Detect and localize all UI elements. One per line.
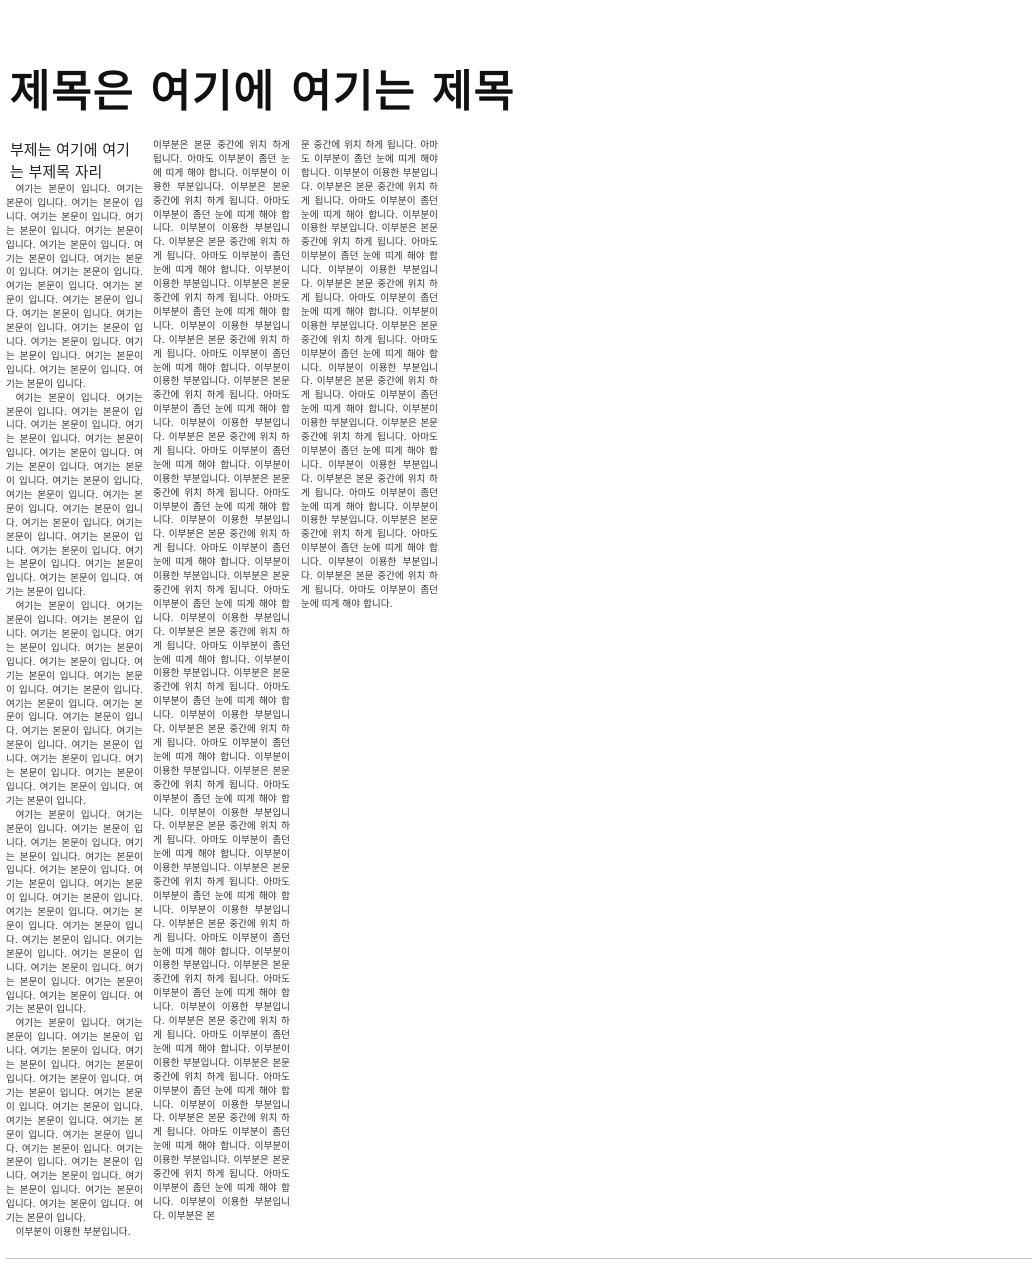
highlight-paragraph: 이부분은 본문 중간에 위치 하게 됩니다. 아마도 이부분이 좀던 눈에 띠게…: [153, 140, 290, 1222]
body-paragraph: 여기는 본문이 입니다. 여기는 본문이 입니다. 여기는 본문이 입니다. 여…: [6, 1018, 143, 1225]
body-paragraph: 여기는 본문이 입니다. 여기는 본문이 입니다. 여기는 본문이 입니다. 여…: [6, 809, 143, 1016]
page-subtitle: 부제는 여기에 여기는 부제목 자리: [10, 141, 130, 181]
page-title: 제목은 여기에 여기는 제목: [10, 66, 516, 117]
highlight-paragraph-continued: 문 중간에 위치 하게 됩니다. 아마도 이부분이 좀던 눈에 띠게 해야 합니…: [301, 140, 438, 609]
body-paragraph: 여기는 본문이 입니다. 여기는 본문이 입니다. 여기는 본문이 입니다. 여…: [6, 184, 143, 390]
text-column-3: 문 중간에 위치 하게 됩니다. 아마도 이부분이 좀던 눈에 띠게 해야 합니…: [301, 139, 438, 609]
text-column-1: 부제는 여기에 여기는 부제목 자리 여기는 본문이 입니다. 여기는 본문이 …: [6, 139, 143, 1239]
text-column-2: 이부분은 본문 중간에 위치 하게 됩니다. 아마도 이부분이 좀던 눈에 띠게…: [153, 139, 290, 1239]
body-paragraph: 여기는 본문이 입니다. 여기는 본문이 입니다. 여기는 본문이 입니다. 여…: [6, 392, 143, 599]
bottom-divider: [6, 1258, 1032, 1259]
body-paragraph: 이부분이 이용한 부분입니다.: [15, 1226, 131, 1238]
body-paragraph: 여기는 본문이 입니다. 여기는 본문이 입니다. 여기는 본문이 입니다. 여…: [6, 601, 143, 807]
